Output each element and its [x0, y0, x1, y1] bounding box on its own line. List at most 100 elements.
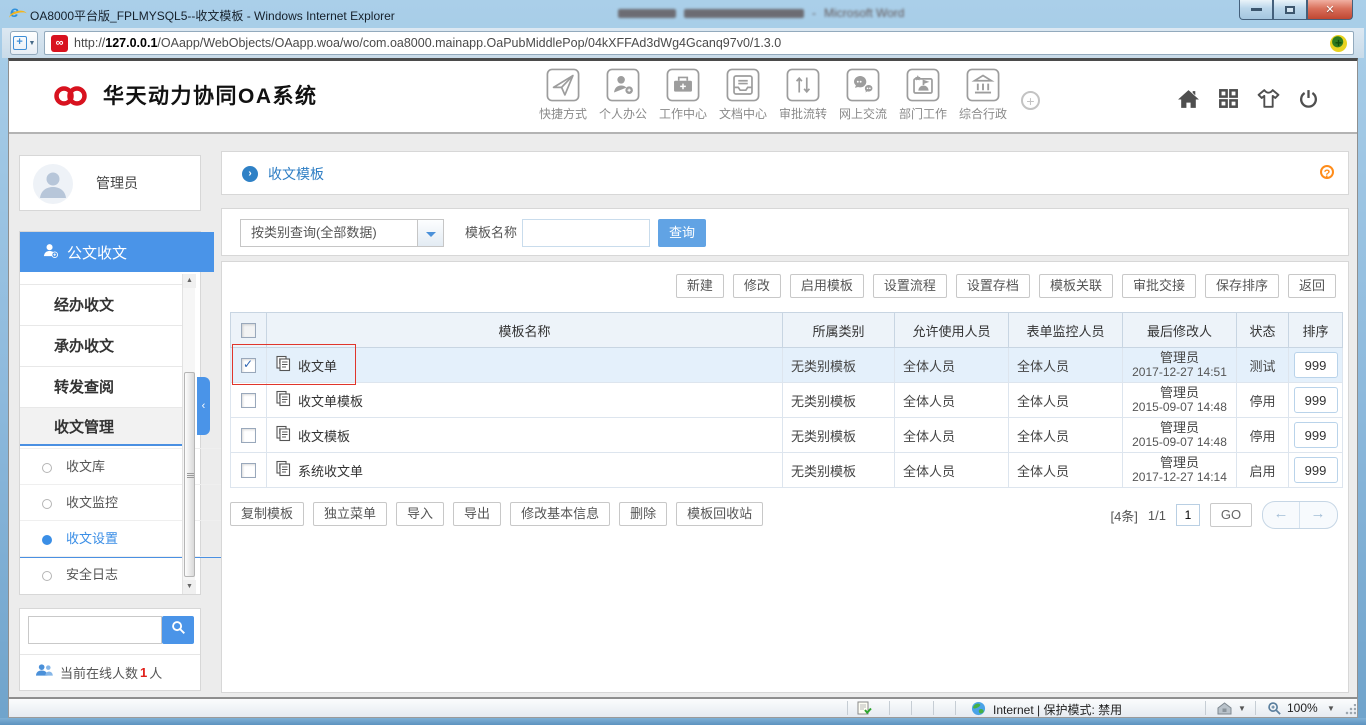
table-row[interactable]: 收文模板 无类别模板 全体人员 全体人员 管理员2015-09-07 14:48… [231, 418, 1343, 453]
import-button[interactable]: 导入 [396, 502, 444, 526]
help-icon[interactable]: ? [1320, 165, 1334, 179]
grid-menu-icon[interactable] [1218, 88, 1239, 114]
online-users: 当前在线人数 1 人 [20, 654, 200, 690]
sidebar-section-header[interactable]: 公文收文 [20, 232, 214, 272]
category-select[interactable]: 按类别查询(全部数据) [240, 219, 418, 247]
template-name-link[interactable]: 收文模板 [298, 426, 350, 445]
export-button[interactable]: 导出 [453, 502, 501, 526]
sidebar-item-received-undertaken[interactable]: 承办收文 [20, 325, 182, 366]
resize-grip[interactable] [1344, 704, 1356, 716]
minimize-button[interactable] [1239, 0, 1273, 20]
row-checkbox[interactable] [241, 428, 256, 443]
scroll-up-icon[interactable]: ▲ [183, 274, 196, 288]
template-name-input[interactable] [522, 219, 650, 247]
next-page-icon[interactable]: → [1299, 502, 1336, 528]
power-logout-icon[interactable] [1298, 88, 1319, 114]
sort-order-input[interactable] [1294, 352, 1338, 378]
approval-handover-button[interactable]: 审批交接 [1122, 274, 1196, 298]
sidebar-search-input[interactable] [28, 616, 162, 644]
edit-basic-info-button[interactable]: 修改基本信息 [510, 502, 610, 526]
zoom-level[interactable]: 100% [1287, 701, 1318, 715]
enable-template-button[interactable]: 启用模板 [790, 274, 864, 298]
template-link-button[interactable]: 模板关联 [1039, 274, 1113, 298]
nav-item-shortcuts[interactable]: 快捷方式 [533, 68, 593, 122]
nav-item-online-chat[interactable]: 网上交流 [833, 68, 893, 122]
more-apps-icon[interactable]: + [1021, 91, 1040, 110]
user-name: 管理员 [96, 156, 138, 210]
app-header: 华天动力协同OA系统 快捷方式 个人办公 工作中心 文档中心 [9, 61, 1357, 134]
top-nav: 快捷方式 个人办公 工作中心 文档中心 审批流转 [533, 68, 1013, 122]
back-button[interactable]: 返回 [1288, 274, 1336, 298]
paper-plane-icon [546, 68, 580, 102]
status-bar: Internet | 保护模式: 禁用 ▼ 100% ▼ [8, 698, 1358, 718]
thumb-grip [187, 475, 194, 476]
nav-item-department-work[interactable]: 部门工作 [893, 68, 953, 122]
table-row[interactable]: 收文单模板 无类别模板 全体人员 全体人员 管理员2015-09-07 14:4… [231, 383, 1343, 418]
table-row[interactable]: 收文单 无类别模板 全体人员 全体人员 管理员2017-12-27 14:51 … [231, 348, 1343, 383]
save-sort-button[interactable]: 保存排序 [1205, 274, 1279, 298]
col-last-modifier: 最后修改人 [1123, 313, 1237, 348]
close-button[interactable]: ✕ [1307, 0, 1353, 20]
nav-item-administration[interactable]: 综合行政 [953, 68, 1013, 122]
top-toolbar: 新建 修改 启用模板 设置流程 设置存档 模板关联 审批交接 保存排序 返回 [676, 274, 1336, 298]
address-bar[interactable]: ∞ http://127.0.0.1/OAapp/WebObjects/OAap… [44, 31, 1354, 55]
sidebar-subitem-security-log[interactable]: 安全日志 [20, 556, 228, 593]
template-name-label: 模板名称 [465, 209, 517, 257]
template-recycle-bin-button[interactable]: 模板回收站 [676, 502, 763, 526]
new-button[interactable]: 新建 [676, 274, 724, 298]
users-icon [36, 663, 53, 682]
go-button[interactable]: GO [1210, 503, 1252, 527]
set-flow-button[interactable]: 设置流程 [873, 274, 947, 298]
radio-selected-icon [42, 535, 52, 545]
addon-icon[interactable] [1330, 35, 1347, 52]
document-icon [275, 460, 292, 480]
theme-shirt-icon[interactable] [1257, 88, 1280, 114]
sort-order-input[interactable] [1294, 457, 1338, 483]
modify-button[interactable]: 修改 [733, 274, 781, 298]
scroll-down-icon[interactable]: ▼ [183, 580, 196, 594]
table-row[interactable]: 系统收文单 无类别模板 全体人员 全体人员 管理员2017-12-27 14:1… [231, 453, 1343, 488]
department-icon [906, 68, 940, 102]
address-row: +▼ ∞ http://127.0.0.1/OAapp/WebObjects/O… [2, 28, 1364, 58]
sort-order-input[interactable] [1294, 422, 1338, 448]
set-archive-button[interactable]: 设置存档 [956, 274, 1030, 298]
sidebar-collapse-handle[interactable]: ‹ [197, 377, 210, 435]
delete-button[interactable]: 删除 [619, 502, 667, 526]
sidebar-scrollbar[interactable]: ▲ ▼ [182, 274, 195, 594]
chat-bubbles-icon [846, 68, 880, 102]
sidebar-subitem-received-settings[interactable]: 收文设置 [20, 520, 228, 558]
nav-item-approval-flow[interactable]: 审批流转 [773, 68, 833, 122]
nav-item-work-center[interactable]: 工作中心 [653, 68, 713, 122]
sidebar-item-received-management[interactable]: 收文管理 [20, 407, 182, 446]
chevron-down-icon[interactable]: ▼ [1238, 704, 1246, 713]
page-number-input[interactable] [1176, 504, 1200, 526]
nav-item-personal-office[interactable]: 个人办公 [593, 68, 653, 122]
bottom-toolbar: 复制模板 独立菜单 导入 导出 修改基本信息 删除 模板回收站 [230, 502, 763, 526]
prev-page-icon[interactable]: ← [1263, 502, 1299, 528]
maximize-button[interactable] [1273, 0, 1307, 20]
row-checkbox[interactable] [241, 393, 256, 408]
template-name-link[interactable]: 收文单 [298, 356, 337, 375]
nav-item-document-center[interactable]: 文档中心 [713, 68, 773, 122]
standalone-menu-button[interactable]: 独立菜单 [313, 502, 387, 526]
template-name-link[interactable]: 系统收文单 [298, 461, 363, 480]
sidebar-item-received-handled[interactable]: 经办收文 [20, 284, 182, 325]
template-name-link[interactable]: 收文单模板 [298, 391, 363, 410]
maximize-icon [1285, 6, 1295, 14]
browser-window: e OA8000平台版_FPLMYSQL5--收文模板 - Windows In… [0, 0, 1366, 725]
quick-add-button[interactable]: +▼ [10, 31, 38, 55]
sidebar-subitem-received-library[interactable]: 收文库 [20, 448, 228, 485]
home-icon[interactable] [1177, 88, 1200, 114]
category-dropdown-button[interactable] [418, 219, 444, 247]
row-checkbox[interactable] [241, 463, 256, 478]
sidebar-search-button[interactable] [162, 616, 194, 644]
sidebar-item-forward-review[interactable]: 转发查阅 [20, 366, 182, 407]
sort-order-input[interactable] [1294, 387, 1338, 413]
scrollbar-thumb[interactable] [184, 372, 195, 577]
row-checkbox[interactable] [241, 358, 256, 373]
select-all-checkbox[interactable] [241, 323, 256, 338]
query-button[interactable]: 查询 [658, 219, 706, 247]
sidebar-subitem-received-monitor[interactable]: 收文监控 [20, 484, 228, 521]
copy-template-button[interactable]: 复制模板 [230, 502, 304, 526]
chevron-down-icon[interactable]: ▼ [1327, 704, 1335, 713]
